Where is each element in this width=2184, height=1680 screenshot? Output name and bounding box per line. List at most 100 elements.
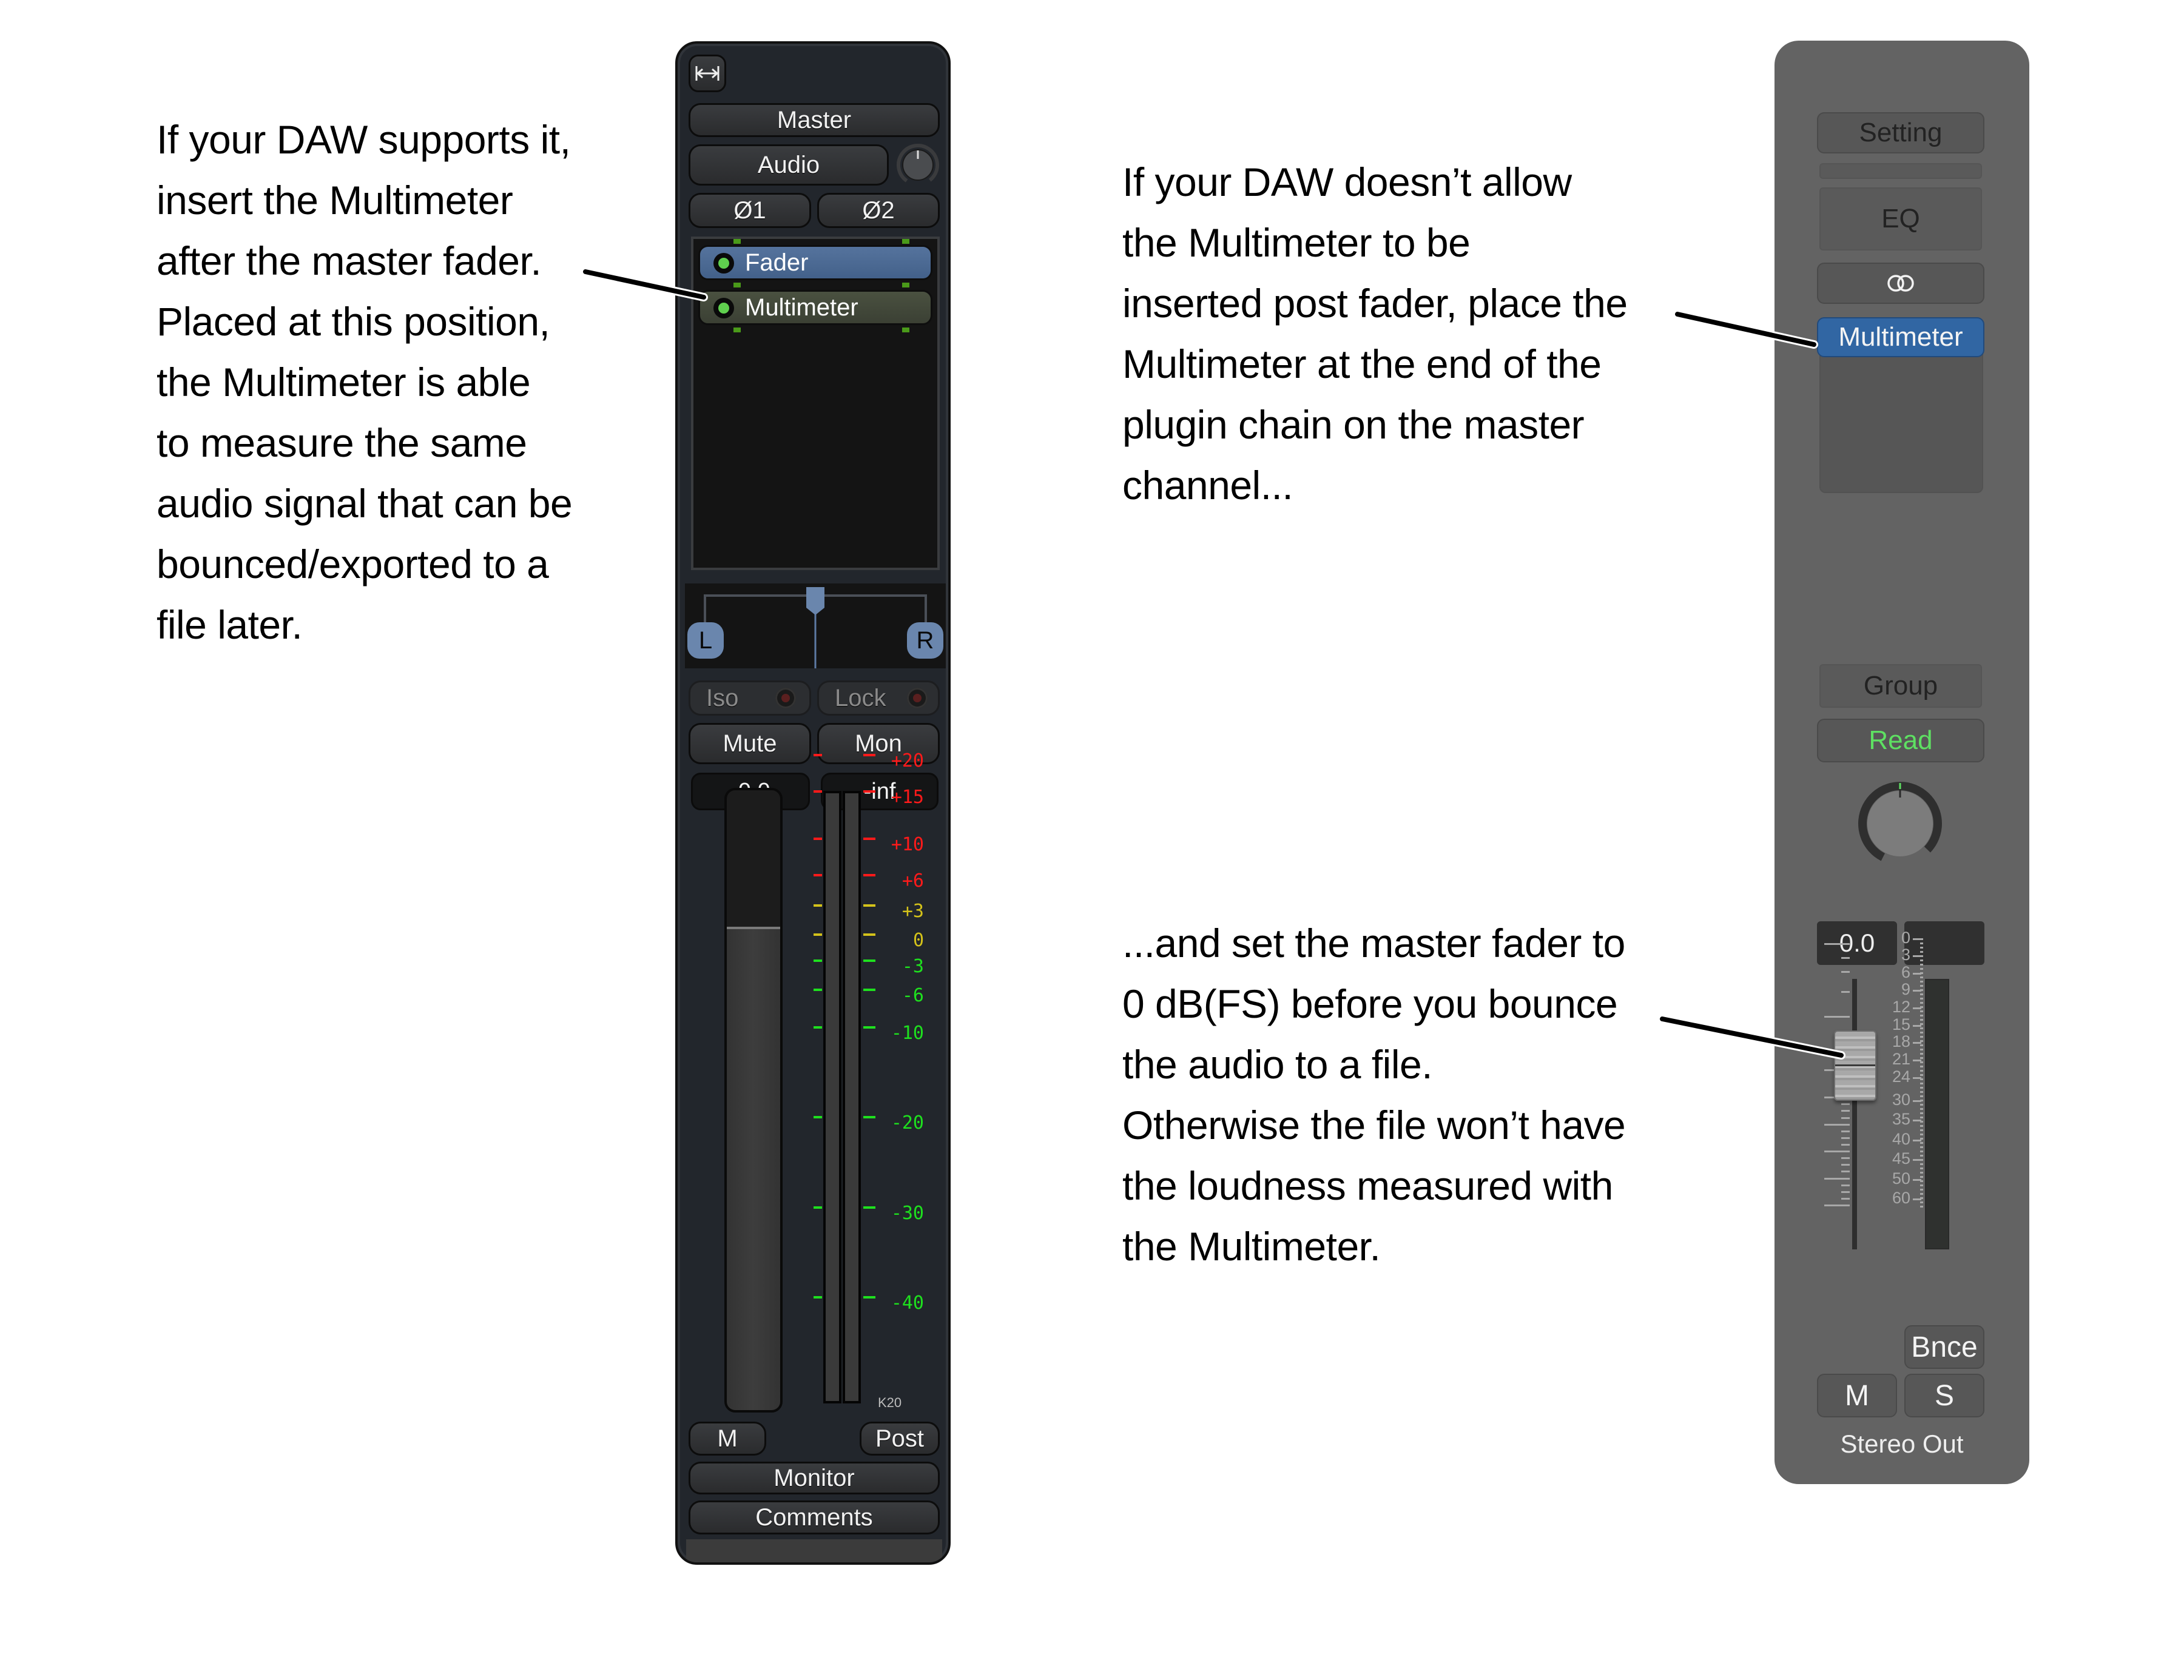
pin-indicator <box>733 283 741 287</box>
peak-readout[interactable] <box>1904 921 1984 965</box>
meter-minor-tick <box>1920 1002 1923 1004</box>
bounce-button[interactable]: Bnce <box>1904 1325 1984 1369</box>
gain-fader[interactable] <box>724 788 783 1413</box>
meter-scale-label: 0 <box>1901 929 1910 947</box>
annotation-line: bounced/exported to a <box>157 542 549 586</box>
fader-scale-tick <box>1824 1178 1850 1180</box>
meter-minor-tick <box>1920 938 1923 940</box>
channel-name[interactable]: Stereo Out <box>1774 1430 2029 1459</box>
meter-minor-tick <box>1920 1087 1923 1089</box>
meter-minor-tick <box>1920 1036 1923 1038</box>
meter-minor-tick <box>1920 1070 1923 1072</box>
meter-minor-tick <box>1920 951 1923 953</box>
meter-scale-label: 60 <box>1892 1189 1910 1207</box>
plugin-active-led[interactable] <box>713 253 734 274</box>
trim-knob[interactable] <box>896 143 940 187</box>
meter-minor-tick <box>1920 998 1923 1000</box>
meter-minor-tick <box>1920 985 1923 987</box>
annotation-line: after the master fader. <box>157 238 542 283</box>
pin-indicator <box>902 328 909 332</box>
meter-minor-tick <box>1920 1053 1923 1055</box>
mute-button[interactable]: M <box>1817 1374 1897 1417</box>
stereo-link-button[interactable] <box>1817 263 1984 304</box>
meter-tick-label: +15 <box>891 787 924 808</box>
meter-scale-label: 9 <box>1901 980 1910 998</box>
setting-button[interactable]: Setting <box>1817 112 1984 153</box>
iso-led <box>775 688 796 708</box>
lock-button[interactable]: Lock <box>817 680 940 716</box>
meter-minor-tick <box>1920 1100 1923 1101</box>
channel-name-button[interactable]: Master <box>689 103 940 137</box>
plugin-slot-multimeter[interactable]: Multimeter <box>698 290 932 325</box>
lock-label: Lock <box>835 684 886 711</box>
solo-button[interactable]: S <box>1904 1374 1984 1417</box>
phase-invert-1-button[interactable]: Ø1 <box>689 193 811 228</box>
monitor-section-button[interactable]: Monitor <box>689 1462 940 1494</box>
plugin-slot-fader[interactable]: Fader <box>698 245 932 280</box>
meter-minor-tick <box>1920 1189 1923 1191</box>
plugin-active-led[interactable] <box>713 298 734 318</box>
plugin-slot-multimeter[interactable]: Multimeter <box>1817 317 1984 357</box>
meter-post-button[interactable]: Post <box>860 1422 940 1456</box>
pin-indicator <box>733 239 741 244</box>
volume-fader-handle[interactable] <box>1834 1030 1876 1101</box>
annotation-line: 0 dB(FS) before you bounce <box>1122 981 1618 1026</box>
stereo-out-channel-strip: Setting EQ Multimeter Group Read 0.0 036… <box>1774 41 2029 1484</box>
fader-handle-line <box>1835 1064 1875 1066</box>
annotation-line: to measure the same <box>157 420 527 465</box>
mute-button[interactable]: Mute <box>689 723 811 764</box>
fader-scale-tick <box>1824 1205 1850 1206</box>
meter-point-button[interactable]: M <box>689 1422 766 1456</box>
meter-minor-tick <box>1920 955 1923 957</box>
phase-invert-2-button[interactable]: Ø2 <box>817 193 940 228</box>
meter-tick <box>814 790 822 793</box>
meter-tick-label: 0 <box>912 930 924 951</box>
meter-minor-tick <box>1920 1176 1923 1178</box>
iso-button[interactable]: Iso <box>689 680 811 716</box>
meter-scale-label: 40 <box>1892 1130 1910 1148</box>
annotation-line: insert the Multimeter <box>157 178 513 223</box>
meter-scale-label: 35 <box>1892 1110 1910 1128</box>
automation-mode-button[interactable]: Read <box>1817 719 1984 762</box>
pan-right-chip[interactable]: R <box>907 622 943 659</box>
fader-scale-tick <box>1824 1151 1850 1152</box>
name-footer <box>686 1539 942 1562</box>
meter-type-label[interactable]: K20 <box>878 1395 902 1411</box>
pan-knob[interactable] <box>1856 779 1944 868</box>
knob-icon <box>1858 782 1942 865</box>
meter-minor-tick <box>1920 947 1923 949</box>
fader-track[interactable] <box>1852 979 1857 1249</box>
group-slot[interactable]: Group <box>1819 664 1982 708</box>
meter-minor-tick <box>1920 1108 1923 1110</box>
meter-minor-tick <box>1920 1146 1923 1148</box>
meter-minor-tick <box>1920 1117 1923 1118</box>
meter-minor-tick <box>1920 1083 1923 1084</box>
master-channel-strip: Master Audio Ø1 Ø2 Fader Multimeter L R … <box>675 41 951 1565</box>
pan-position-handle <box>806 587 824 615</box>
level-meter <box>1925 979 1949 1249</box>
processor-box[interactable]: Fader Multimeter <box>691 237 940 570</box>
expand-width-icon <box>695 66 720 81</box>
lock-led <box>907 688 928 708</box>
strip-width-toggle-button[interactable] <box>689 55 726 92</box>
meter-tick-label: -6 <box>902 985 924 1006</box>
annotation-line: the audio to a file. <box>1122 1042 1433 1087</box>
meter-minor-tick <box>1920 1023 1923 1025</box>
meter-tick-label: -30 <box>891 1203 924 1224</box>
meter-tick <box>814 1116 822 1118</box>
input-button[interactable]: Audio <box>689 144 889 186</box>
pan-left-chip[interactable]: L <box>687 622 724 659</box>
eq-thumbnail[interactable]: EQ <box>1819 187 1982 250</box>
comments-button[interactable]: Comments <box>689 1500 940 1534</box>
fader-scale-tick <box>1841 1103 1850 1105</box>
plugin-name: Multimeter <box>745 294 858 321</box>
meter-minor-tick <box>1920 1138 1923 1140</box>
meter-minor-tick <box>1920 1159 1923 1161</box>
meter-minor-tick <box>1920 1168 1923 1169</box>
meter-minor-tick <box>1920 1180 1923 1182</box>
meter-tick <box>814 933 822 936</box>
panner[interactable]: L R <box>685 583 946 668</box>
meter-minor-tick <box>1920 1201 1923 1203</box>
annotation-line: Otherwise the file won’t have <box>1122 1103 1626 1147</box>
meter-minor-tick <box>1920 1006 1923 1008</box>
